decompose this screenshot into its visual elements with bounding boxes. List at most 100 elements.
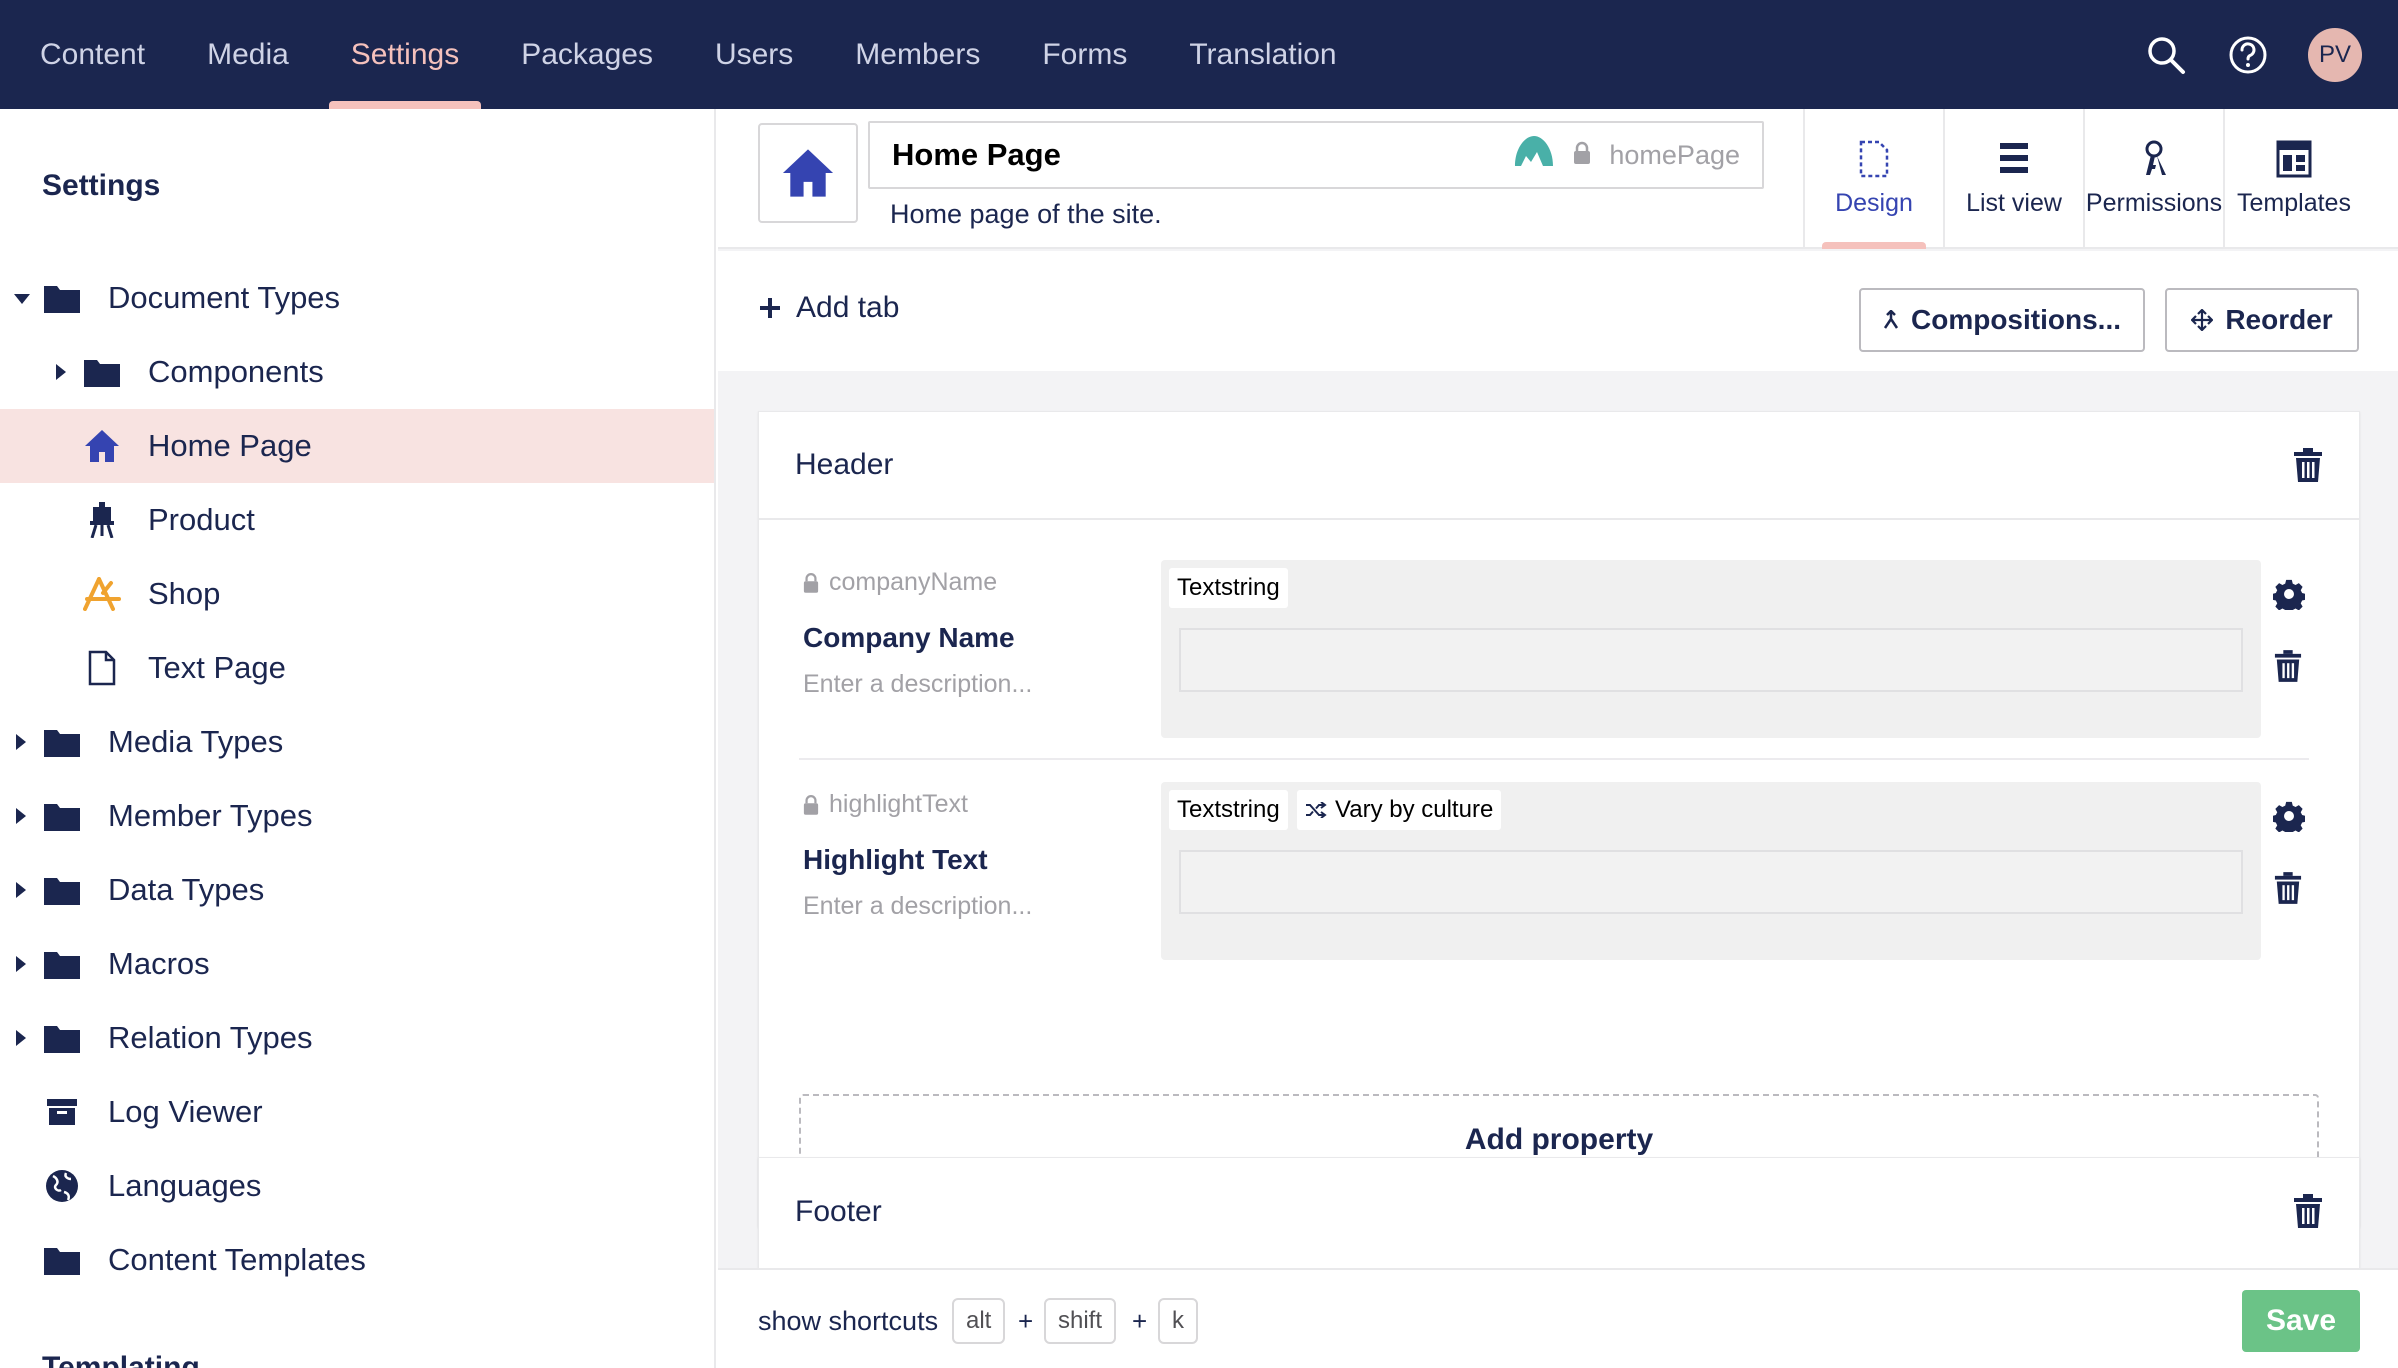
tab-permissions[interactable]: Permissions — [2083, 109, 2223, 249]
property-name[interactable]: Company Name — [803, 622, 1015, 654]
caret-right-icon[interactable] — [16, 882, 26, 898]
key-plus: + — [1018, 1306, 1034, 1336]
tab-design[interactable]: Design — [1803, 109, 1943, 249]
sidebar-section-templating: Templating — [42, 1351, 200, 1368]
property-editor-preview[interactable]: Textstring Vary by culture — [1161, 782, 2261, 960]
tree-item-document-types[interactable]: Document Types — [0, 261, 714, 335]
top-actions: PV — [2144, 0, 2362, 109]
user-avatar[interactable]: PV — [2308, 27, 2362, 82]
caret-right-icon[interactable] — [16, 956, 26, 972]
reorder-label: Reorder — [2225, 304, 2333, 335]
home-icon — [782, 149, 834, 197]
tree-item-components[interactable]: Components — [0, 335, 714, 409]
move-icon — [2191, 309, 2214, 331]
caret-right-icon[interactable] — [56, 364, 66, 380]
nav-translation[interactable]: Translation — [1167, 0, 1358, 109]
group-name: Header — [795, 448, 894, 481]
group-name: Footer — [795, 1195, 882, 1228]
tree-item-home-page[interactable]: Home Page — [0, 409, 714, 483]
folder-icon — [42, 1018, 82, 1058]
caret-down-icon[interactable] — [14, 294, 30, 304]
gear-icon[interactable] — [2273, 800, 2305, 832]
add-tab-button[interactable]: Add tab — [760, 291, 899, 325]
merge-icon — [1883, 310, 1899, 329]
document-description[interactable]: Home page of the site. — [890, 199, 1162, 230]
reorder-button[interactable]: Reorder — [2165, 288, 2359, 352]
document-name-input[interactable]: Home Page homePage — [868, 121, 1764, 189]
group-title[interactable]: Header — [759, 412, 2359, 520]
show-shortcuts-link[interactable]: show shortcuts — [758, 1306, 938, 1337]
folder-icon — [82, 352, 122, 392]
nav-forms[interactable]: Forms — [1020, 0, 1149, 109]
tree-item-languages[interactable]: Languages — [0, 1149, 714, 1223]
compositions-label: Compositions... — [1911, 304, 2121, 335]
name-extras: homePage — [1513, 123, 1740, 187]
trash-icon[interactable] — [2274, 650, 2302, 682]
tree-label: Relation Types — [108, 1020, 313, 1055]
lock-icon[interactable] — [1573, 137, 1591, 173]
editor-type-chip: Textstring — [1169, 568, 1288, 608]
tree-item-data-types[interactable]: Data Types — [0, 853, 714, 927]
vary-by-culture-chip: Vary by culture — [1297, 790, 1502, 830]
tree-label: Home Page — [148, 428, 312, 463]
section-nav: Content Media Settings Packages Users Me… — [18, 0, 1377, 109]
archive-icon — [42, 1092, 82, 1132]
key-k: k — [1158, 1298, 1198, 1344]
nav-packages[interactable]: Packages — [499, 0, 675, 109]
property-highlight-text: highlightText Highlight Text Enter a des… — [799, 782, 2313, 992]
property-editor-preview[interactable]: Textstring — [1161, 560, 2261, 738]
tree-item-product[interactable]: Product — [0, 483, 714, 557]
trash-icon[interactable] — [2293, 448, 2323, 482]
tree-item-log-viewer[interactable]: Log Viewer — [0, 1075, 714, 1149]
shuffle-icon — [1306, 802, 1327, 818]
editor-type-chip: Textstring — [1169, 790, 1288, 830]
tree-item-shop[interactable]: Shop — [0, 557, 714, 631]
property-name[interactable]: Highlight Text — [803, 844, 988, 876]
folder-icon — [42, 796, 82, 836]
design-toolbar: Add tab Compositions... Reorder — [718, 251, 2398, 371]
nav-content[interactable]: Content — [18, 0, 167, 109]
design-icon — [1859, 140, 1889, 178]
group-title[interactable]: Footer — [759, 1158, 2359, 1266]
nav-media[interactable]: Media — [185, 0, 311, 109]
key-shift: shift — [1044, 1298, 1117, 1344]
tree-item-text-page[interactable]: Text Page — [0, 631, 714, 705]
key-alt: alt — [952, 1298, 1006, 1344]
save-button[interactable]: Save — [2242, 1290, 2360, 1352]
home-icon — [82, 426, 122, 466]
property-description[interactable]: Enter a description... — [803, 892, 1032, 921]
caret-right-icon[interactable] — [16, 1030, 26, 1046]
tab-templates[interactable]: Templates — [2223, 109, 2363, 249]
property-description[interactable]: Enter a description... — [803, 670, 1032, 699]
trash-icon[interactable] — [2293, 1194, 2323, 1228]
tree-label: Member Types — [108, 798, 313, 833]
search-icon[interactable] — [2144, 33, 2188, 77]
compositions-button[interactable]: Compositions... — [1859, 288, 2145, 352]
help-icon[interactable] — [2226, 33, 2270, 77]
document-icon-picker[interactable] — [758, 123, 858, 223]
lock-icon[interactable] — [803, 794, 819, 816]
key-plus: + — [1132, 1306, 1148, 1336]
property-alias-text: highlightText — [829, 790, 968, 818]
globe-icon — [42, 1166, 82, 1206]
gear-icon[interactable] — [2273, 578, 2305, 610]
tree-item-macros[interactable]: Macros — [0, 927, 714, 1001]
tree-item-relation-types[interactable]: Relation Types — [0, 1001, 714, 1075]
tree-item-media-types[interactable]: Media Types — [0, 705, 714, 779]
nav-users[interactable]: Users — [693, 0, 815, 109]
caret-right-icon[interactable] — [16, 734, 26, 750]
lock-icon[interactable] — [803, 572, 819, 594]
property-divider — [799, 758, 2309, 760]
tab-list-view[interactable]: List view — [1943, 109, 2083, 249]
tree-label: Content Templates — [108, 1242, 366, 1277]
nav-settings[interactable]: Settings — [328, 0, 482, 109]
trash-icon[interactable] — [2274, 872, 2302, 904]
list-view-icon — [2000, 143, 2028, 173]
tree-item-member-types[interactable]: Member Types — [0, 779, 714, 853]
property-input-preview — [1179, 850, 2243, 914]
tree-item-content-templates[interactable]: Content Templates — [0, 1223, 714, 1297]
caret-right-icon[interactable] — [16, 808, 26, 824]
sidebar-title: Settings — [42, 169, 161, 202]
tree-label: Text Page — [148, 650, 286, 685]
nav-members[interactable]: Members — [833, 0, 1002, 109]
